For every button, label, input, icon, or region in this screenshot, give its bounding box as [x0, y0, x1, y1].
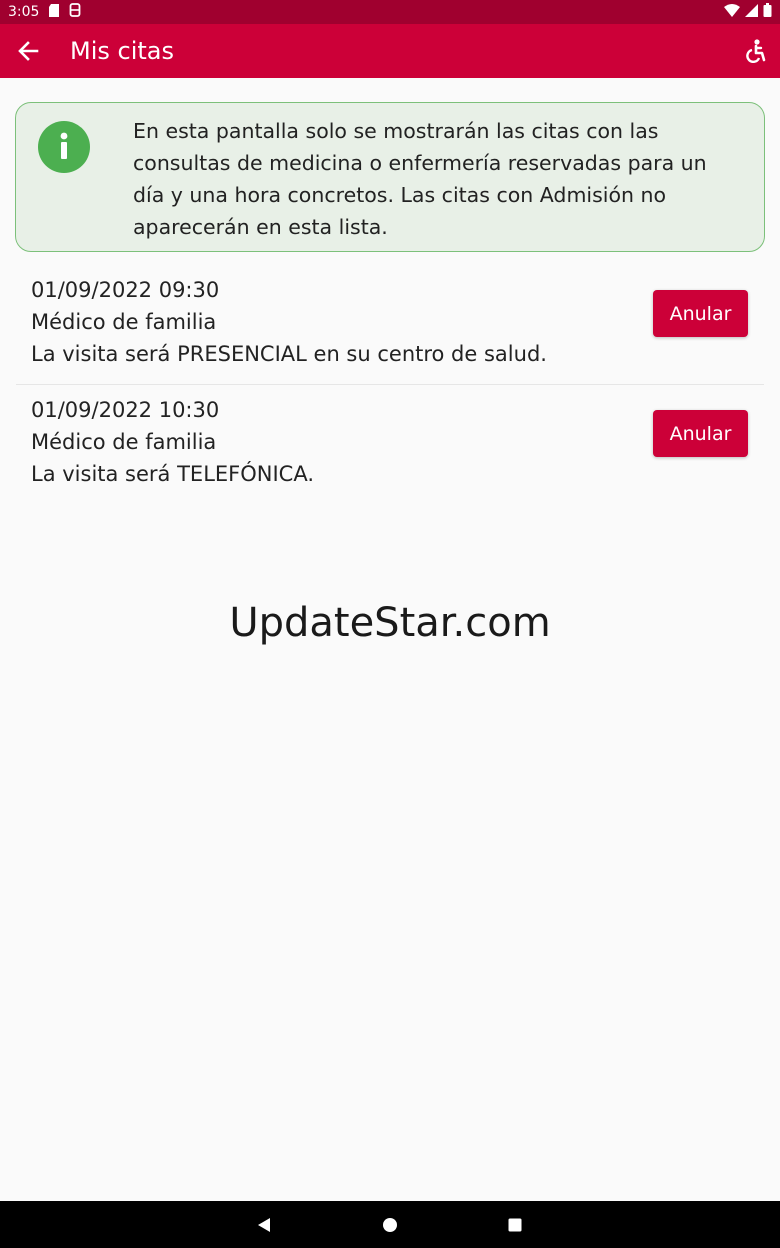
- battery-icon: [763, 3, 772, 21]
- back-triangle-icon[interactable]: [244, 1201, 284, 1248]
- status-bar: 3:05: [0, 0, 780, 24]
- watermark: UpdateStar.com: [229, 600, 551, 646]
- info-banner: En esta pantalla solo se mostrarán las c…: [15, 102, 765, 252]
- recents-square-icon[interactable]: [495, 1201, 535, 1248]
- app-notification-icon: [69, 3, 81, 21]
- appointment-mode: La visita será TELEFÓNICA.: [31, 462, 315, 486]
- appointment-datetime: 01/09/2022 10:30: [31, 398, 220, 422]
- info-text: En esta pantalla solo se mostrarán las c…: [133, 119, 707, 239]
- divider: [16, 384, 764, 385]
- page-title: Mis citas: [70, 37, 174, 65]
- sd-card-icon: [48, 3, 60, 21]
- signal-icon: [745, 3, 758, 21]
- appointment-service: Médico de familia: [31, 310, 217, 334]
- accessibility-icon[interactable]: [730, 24, 780, 78]
- info-icon: [38, 121, 90, 173]
- appointment-mode: La visita será PRESENCIAL en su centro d…: [31, 342, 547, 366]
- app-bar: Mis citas: [0, 24, 780, 78]
- home-circle-icon[interactable]: [370, 1201, 410, 1248]
- clock: 3:05: [8, 4, 40, 20]
- wifi-icon: [724, 3, 740, 21]
- cancel-appointment-button[interactable]: Anular: [653, 290, 748, 337]
- appointment-datetime: 01/09/2022 09:30: [31, 278, 220, 302]
- arrow-back-icon[interactable]: [0, 24, 56, 78]
- appointment-service: Médico de familia: [31, 430, 217, 454]
- cancel-appointment-button[interactable]: Anular: [653, 410, 748, 457]
- navigation-bar: [0, 1201, 780, 1248]
